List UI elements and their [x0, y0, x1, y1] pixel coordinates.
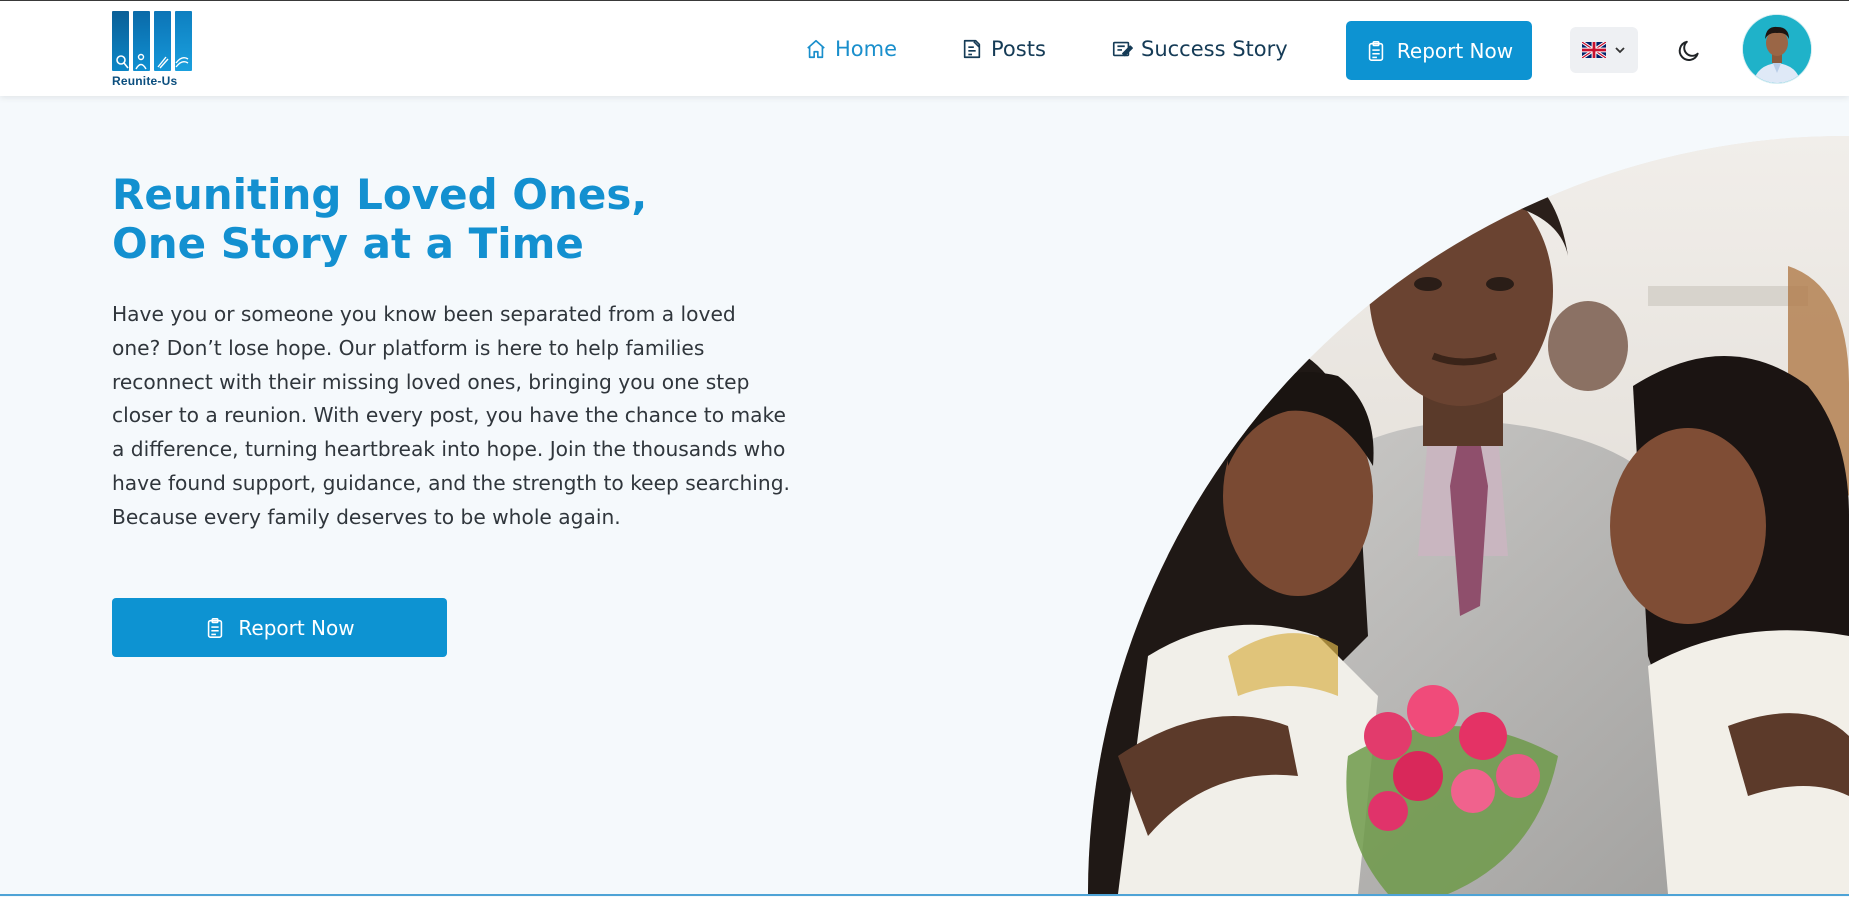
report-now-hero-button[interactable]: Report Now: [112, 598, 447, 657]
language-select[interactable]: [1570, 27, 1638, 73]
hero-title-line-1: Reuniting Loved Ones,: [112, 170, 648, 219]
posts-icon: [963, 39, 981, 59]
moon-icon[interactable]: [1676, 38, 1702, 64]
nav-posts-label: Posts: [991, 37, 1046, 61]
nav-home-link[interactable]: Home: [805, 34, 897, 64]
clipboard-icon: [1368, 40, 1384, 61]
hero-title: Reuniting Loved Ones, One Story at a Tim…: [112, 170, 812, 268]
section-divider: [0, 894, 1849, 896]
site-logo[interactable]: Reunite-Us: [112, 11, 192, 91]
nav-posts-link[interactable]: Posts: [961, 34, 1046, 64]
hero-reunion-photo: [1088, 136, 1849, 894]
report-now-nav-button[interactable]: Report Now: [1346, 21, 1532, 80]
hero-title-line-2: One Story at a Time: [112, 219, 584, 268]
logo-text: Reunite-Us: [112, 74, 178, 88]
nav-success-story-label: Success Story: [1141, 37, 1288, 61]
avatar-portrait: [1743, 15, 1811, 83]
user-avatar[interactable]: [1743, 15, 1811, 83]
report-now-nav-label: Report Now: [1396, 38, 1514, 63]
nav-success-story-link[interactable]: Success Story: [1111, 34, 1288, 64]
nav-home-label: Home: [835, 37, 898, 61]
logo-figures-icon: [116, 53, 189, 70]
uk-flag-icon: [1582, 42, 1606, 58]
report-now-hero-label: Report Now: [238, 615, 355, 640]
success-story-icon: [1112, 41, 1133, 57]
navbar: Reunite-Us Home Posts Success Story Repo…: [0, 1, 1849, 96]
hero-description: Have you or someone you know been separa…: [112, 302, 790, 529]
clipboard-icon: [208, 617, 223, 638]
home-icon: [807, 39, 825, 59]
reunion-photo-illustration: [1088, 136, 1849, 894]
chevron-down-icon: [1615, 47, 1625, 54]
